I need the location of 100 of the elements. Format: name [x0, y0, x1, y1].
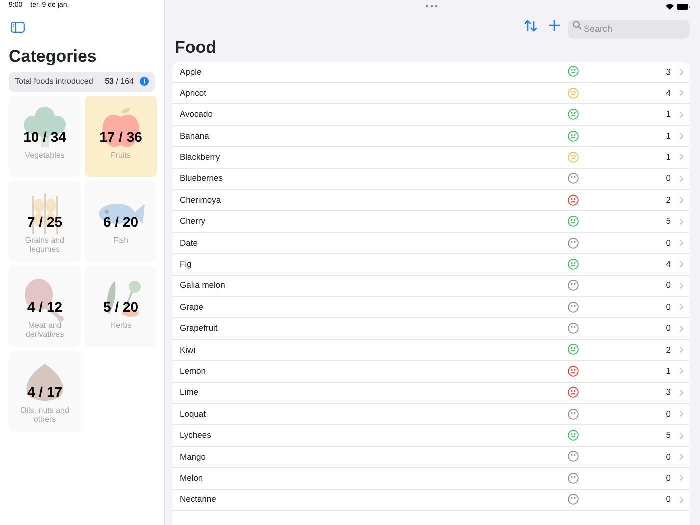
food-name: Grape: [180, 300, 205, 314]
face-icon: [568, 323, 579, 334]
category-name: Meat and derivatives: [24, 320, 66, 340]
chevron-icon: [679, 110, 684, 119]
category-count: 5 / 20: [102, 298, 140, 317]
food-row[interactable]: Apple 3: [173, 62, 690, 84]
food-count: 1: [666, 108, 671, 122]
battery-icon: [677, 4, 690, 10]
food-count: 4: [666, 258, 671, 271]
food-row[interactable]: Galia melon 0: [173, 276, 690, 297]
food-name: Nectarine: [180, 493, 218, 506]
food-name: Blueberries: [180, 172, 224, 186]
face-icon: [568, 451, 579, 462]
category-count: 17 / 36: [98, 128, 144, 147]
food-row[interactable]: Blackberry 1: [173, 147, 690, 169]
face-icon: [568, 302, 579, 313]
food-row[interactable]: Banana 1: [173, 126, 690, 148]
food-count: 3: [666, 66, 671, 78]
category-count: 6 / 20: [102, 212, 140, 232]
food-name: Mango: [180, 450, 207, 464]
food-row[interactable]: Lychees 5: [173, 425, 690, 447]
chevron-icon: [679, 218, 684, 226]
food-row[interactable]: Date 0: [173, 232, 690, 254]
food-row[interactable]: Grape 0: [173, 296, 690, 318]
food-row[interactable]: Cherry 5: [173, 211, 690, 233]
category-name: Oils, nuts and others: [20, 406, 70, 425]
face-icon: [568, 66, 579, 78]
food-name: Fig: [180, 258, 193, 271]
food-name: Galia melon: [180, 279, 226, 292]
chevron-icon: [679, 282, 684, 290]
face-icon: [568, 130, 579, 142]
face-icon: [568, 387, 579, 398]
food-count: 2: [666, 344, 671, 356]
food-count: 5: [666, 215, 671, 228]
food-count: 0: [666, 236, 671, 250]
food-name: Melon: [180, 472, 204, 485]
food-name: Cherry: [180, 215, 207, 228]
food-row[interactable]: Blueberries 0: [173, 168, 690, 190]
face-icon: [568, 408, 579, 420]
multitask-dots-icon[interactable]: [426, 5, 438, 8]
category-name: Grains and legumes: [24, 236, 66, 255]
sidebar-title: Categories: [9, 48, 98, 67]
food-count: 0: [666, 322, 671, 335]
face-icon: [568, 109, 579, 120]
category-tile[interactable]: 17 / 36 Fruits: [85, 96, 157, 177]
category-count: 4 / 12: [26, 298, 64, 317]
sort-icon[interactable]: [524, 20, 538, 32]
food-row[interactable]: Loquat 0: [173, 404, 690, 426]
food-row[interactable]: Nectarine 0: [173, 490, 690, 511]
face-icon: [568, 216, 579, 228]
chevron-icon: [679, 452, 684, 461]
search-field[interactable]: Search: [568, 20, 690, 38]
category-count: 4 / 17: [26, 382, 64, 402]
food-row[interactable]: Grapefruit 0: [173, 318, 690, 340]
face-icon: [568, 194, 579, 206]
add-icon[interactable]: [549, 20, 560, 31]
food-name: Lime: [180, 386, 200, 400]
chevron-icon: [679, 410, 684, 418]
food-row[interactable]: Mango 0: [173, 446, 690, 468]
face-icon: [568, 494, 579, 506]
food-row[interactable]: Melon 0: [173, 468, 690, 490]
sidebar-toggle-icon[interactable]: [11, 22, 25, 34]
food-count: 0: [666, 300, 671, 314]
food-row[interactable]: Lime 3: [173, 382, 690, 404]
category-name: Herbs: [110, 320, 132, 330]
food-count: 0: [666, 472, 671, 485]
food-row[interactable]: Avocado 1: [173, 104, 690, 126]
category-tile[interactable]: 4 / 12 Meat and derivatives: [9, 266, 81, 347]
food-name: Avocado: [180, 108, 214, 122]
food-count: 0: [666, 408, 671, 420]
info-icon[interactable]: [140, 77, 149, 86]
food-name: Apple: [180, 66, 203, 78]
summary-label: Total foods introduced: [15, 76, 94, 88]
chevron-icon: [679, 196, 684, 204]
category-tile[interactable]: 4 / 17 Oils, nuts and others: [9, 350, 81, 432]
category-count: 7 / 25: [26, 212, 64, 232]
face-icon: [568, 238, 579, 248]
category-tile[interactable]: 10 / 34 Vegetables: [9, 96, 81, 177]
chevron-icon: [679, 432, 684, 440]
food-row[interactable]: Kiwi 2: [173, 340, 690, 362]
chevron-icon: [679, 388, 684, 397]
category-tile[interactable]: 5 / 20 Herbs: [85, 266, 157, 347]
food-row[interactable]: Apricot 4: [173, 83, 690, 104]
food-name: Kiwi: [180, 344, 197, 356]
category-tile[interactable]: 7 / 25 Grains and legumes: [9, 180, 81, 262]
category-name: Fish: [113, 236, 129, 246]
chevron-icon: [679, 239, 684, 247]
food-row[interactable]: Lemon 1: [173, 361, 690, 383]
food-count: 3: [666, 386, 671, 400]
category-tile[interactable]: 6 / 20 Fish: [85, 180, 157, 262]
category-count: 10 / 34: [22, 128, 68, 147]
chevron-icon: [679, 153, 684, 162]
food-count: 0: [666, 172, 671, 186]
chevron-icon: [679, 303, 684, 312]
food-name: Apricot: [180, 86, 208, 100]
face-icon: [568, 366, 579, 377]
food-row[interactable]: Fig 4: [173, 254, 690, 276]
food-row[interactable]: Cherimoya 2: [173, 190, 690, 212]
category-name: Vegetables: [25, 150, 65, 160]
summary-count: 53 / 164: [105, 76, 134, 88]
